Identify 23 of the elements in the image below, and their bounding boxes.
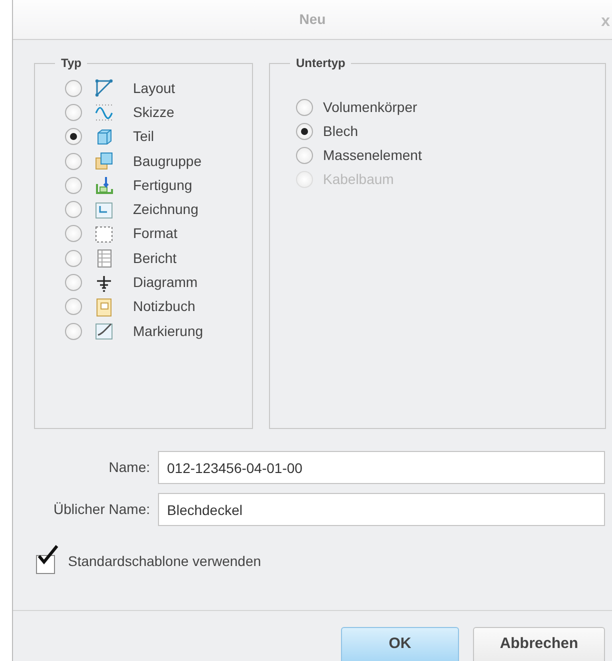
radio-label: Fertigung — [133, 176, 192, 195]
text-field[interactable]: 012-123456-04-01-00 — [158, 451, 605, 484]
radio-label: Notizbuch — [133, 297, 196, 316]
checkbox-label: Standardschablone verwenden — [68, 552, 262, 571]
radio-label: Diagramm — [133, 273, 198, 292]
ok-button[interactable]: OK — [341, 627, 459, 661]
cancel-button[interactable]: Abbrechen — [473, 627, 605, 661]
field-label: Üblicher Name: — [52, 500, 151, 519]
radio-label: Blech — [323, 122, 358, 140]
radio-label: Bericht — [133, 248, 177, 268]
radio-label: Teil — [133, 127, 154, 146]
radio-label: Markierung — [133, 322, 204, 341]
field-label: Name: — [108, 458, 151, 477]
window-title: Neu — [299, 10, 326, 29]
radio-label: Volumenkörper — [323, 98, 418, 117]
radio-label: Baugruppe — [133, 152, 202, 171]
radio-label: Skizze — [133, 102, 174, 122]
text-field[interactable]: Blechdeckel — [158, 493, 605, 526]
radio-label: Layout — [133, 78, 176, 98]
radio-label: Format — [133, 224, 178, 244]
radio-label: Zeichnung — [133, 200, 198, 220]
radio-label: Kabelbaum — [323, 170, 394, 188]
radio-label: Massenelement — [323, 146, 422, 164]
